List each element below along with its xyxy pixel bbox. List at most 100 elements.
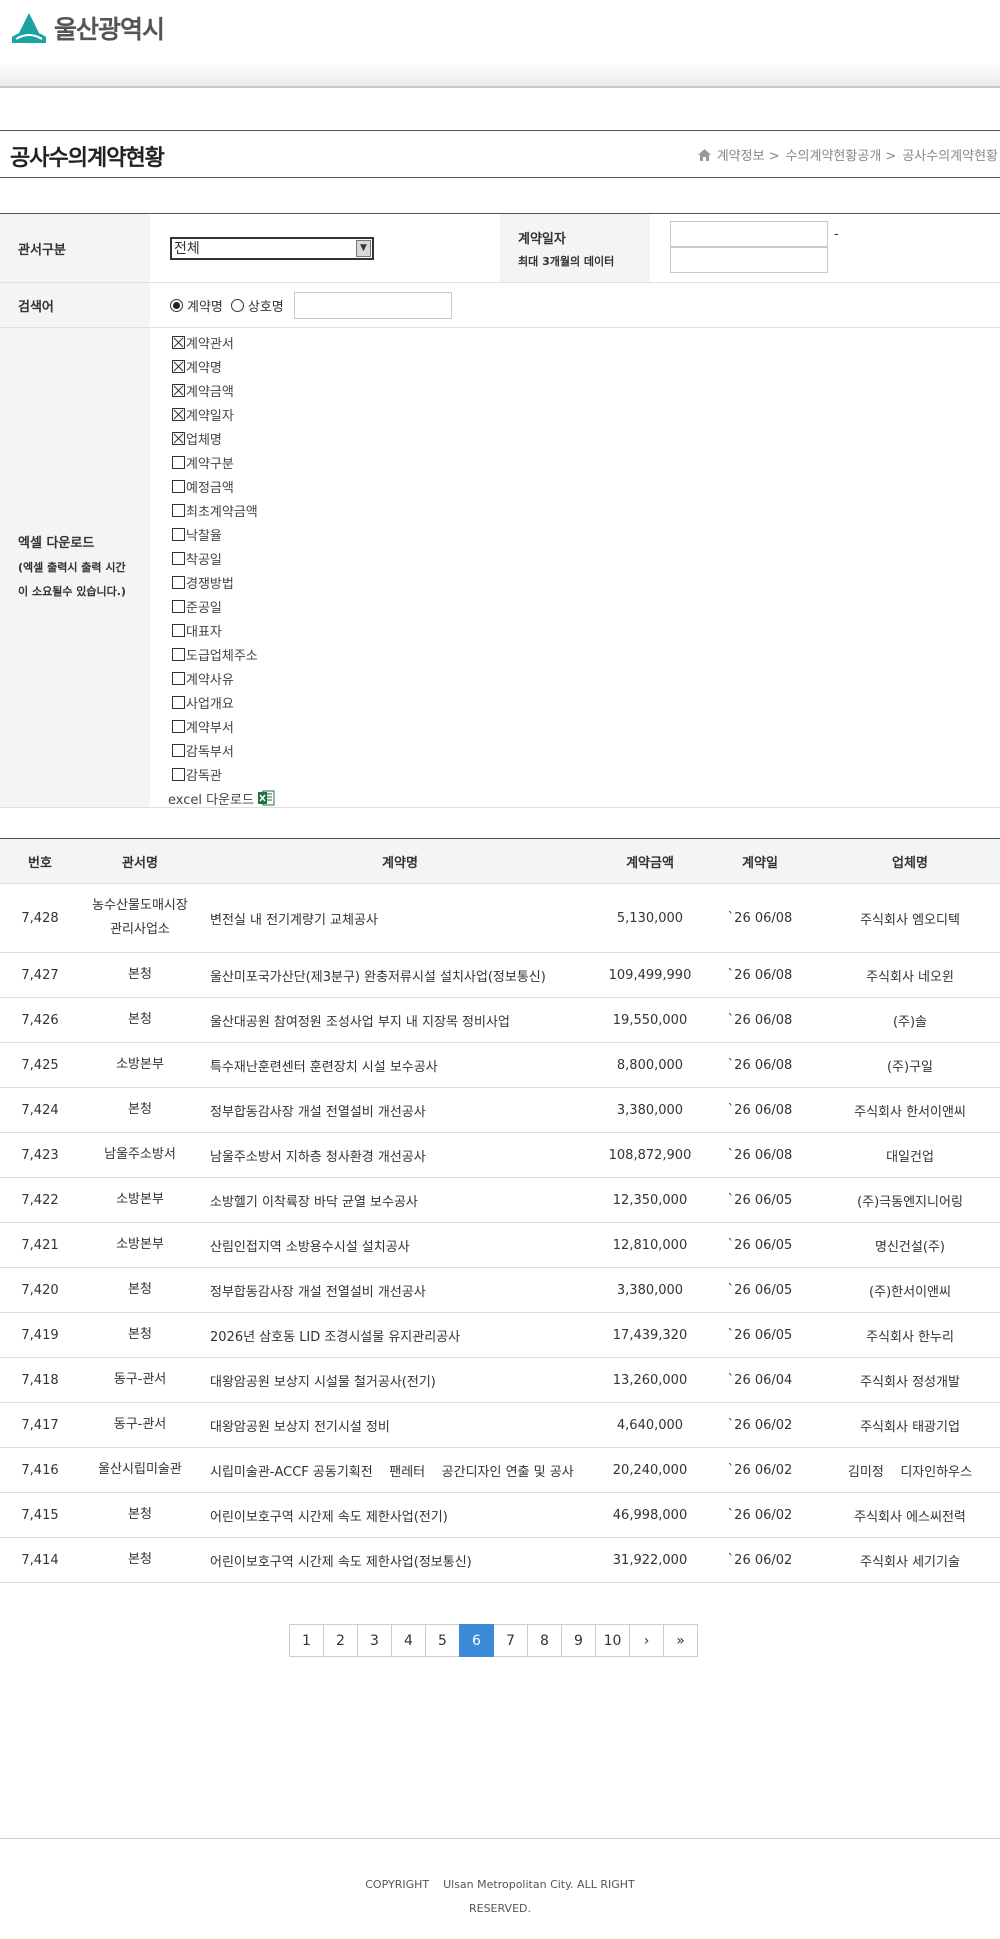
date-end-input[interactable]: [670, 247, 828, 273]
table-row[interactable]: 7,423 남울주소방서 남울주소방서 지하층 청사환경 개선공사 108,872,9…: [0, 1133, 1000, 1178]
page-button[interactable]: 8: [527, 1624, 562, 1657]
checkbox[interactable]: [172, 767, 185, 781]
radio-company-label: 상호명: [247, 299, 284, 315]
excel-column-option[interactable]: 대표자: [172, 618, 275, 642]
excel-column-option[interactable]: 예정금액: [172, 474, 275, 498]
checkbox[interactable]: [172, 359, 185, 373]
excel-column-option[interactable]: 착공일: [172, 546, 275, 570]
keyword-input[interactable]: [293, 291, 452, 319]
page-button[interactable]: 5: [425, 1624, 460, 1657]
contract-name-link[interactable]: 대왕암공원 보상지 시설물 철거공사(전기): [200, 1358, 600, 1402]
page-button[interactable]: 9: [561, 1624, 596, 1657]
last-page-icon[interactable]: »: [663, 1624, 698, 1657]
checkbox[interactable]: [172, 455, 185, 469]
checkbox[interactable]: [172, 335, 185, 349]
checkbox[interactable]: [172, 479, 185, 493]
excel-column-option[interactable]: 계약부서: [172, 714, 275, 738]
contract-name-link[interactable]: 소방헬기 이착륙장 바닥 균열 보수공사: [200, 1178, 600, 1222]
checkbox[interactable]: [172, 719, 185, 733]
contract-name-link[interactable]: 울산미포국가산단(제3분구) 완충저류시설 설치사업(정보통신): [200, 953, 600, 997]
next-page-icon[interactable]: ›: [629, 1624, 664, 1657]
excel-column-option[interactable]: 사업개요: [172, 690, 275, 714]
excel-column-option[interactable]: 계약일자: [172, 402, 275, 426]
date-start-input[interactable]: [670, 221, 828, 247]
search-form: 관서구분 전체 ▼ 계약일자 최대 3개월의 데이터 - 검색어 계약명 상호명…: [0, 213, 1000, 808]
excel-column-option[interactable]: 최초계약금액: [172, 498, 275, 522]
page-button[interactable]: 6: [459, 1624, 494, 1657]
site-logo[interactable]: 울산광역시: [10, 10, 165, 46]
excel-column-option[interactable]: 감독관: [172, 762, 275, 786]
table-row[interactable]: 7,425 소방본부 특수재난훈련센터 훈련장치 시설 보수공사 8,800,000 `…: [0, 1043, 1000, 1088]
excel-column-option[interactable]: 도급업체주소: [172, 642, 275, 666]
table-row[interactable]: 7,420 본청 정부합동감사장 개설 전열설비 개선공사 3,380,000 `26 …: [0, 1268, 1000, 1313]
page-button[interactable]: 1: [289, 1624, 324, 1657]
page-button[interactable]: 4: [391, 1624, 426, 1657]
excel-column-option[interactable]: 계약명: [172, 354, 275, 378]
table-row[interactable]: 7,426 본청 울산대공원 참여정원 조성사업 부지 내 지장목 정비사업 19,5…: [0, 998, 1000, 1043]
table-row[interactable]: 7,414 본청 어린이보호구역 시간제 속도 제한사업(정보통신) 31,922,0…: [0, 1538, 1000, 1583]
table-row[interactable]: 7,415 본청 어린이보호구역 시간제 속도 제한사업(전기) 46,998,000…: [0, 1493, 1000, 1538]
contract-name-link[interactable]: 산림인접지역 소방용수시설 설치공사: [200, 1223, 600, 1267]
breadcrumb-item[interactable]: 계약정보 >: [717, 145, 780, 164]
date-cell: `26 06/02: [727, 1462, 793, 1478]
excel-download-link[interactable]: excel 다운로드: [168, 786, 275, 810]
radio-company-name[interactable]: [230, 298, 244, 312]
checkbox[interactable]: [172, 503, 185, 517]
table-row[interactable]: 7,419 본청 2026년 삼호동 LID 조경시설물 유지관리공사 17,439,…: [0, 1313, 1000, 1358]
contract-name-link[interactable]: 어린이보호구역 시간제 속도 제한사업(정보통신): [200, 1538, 600, 1582]
excel-column-option[interactable]: 낙찰율: [172, 522, 275, 546]
radio-contract-name[interactable]: [170, 298, 183, 312]
contract-name-link[interactable]: 정부합동감사장 개설 전열설비 개선공사: [200, 1268, 600, 1312]
contract-name-link[interactable]: 남울주소방서 지하층 청사환경 개선공사: [200, 1133, 600, 1177]
table-row[interactable]: 7,418 동구-관서 대왕암공원 보상지 시설물 철거공사(전기) 13,260,0…: [0, 1358, 1000, 1403]
checkbox[interactable]: [172, 623, 185, 637]
table-row[interactable]: 7,428 농수산물도매시장 관리사업소 변전실 내 전기계량기 교체공사 5,130…: [0, 884, 1000, 953]
checkbox-label: 계약구분: [186, 456, 234, 472]
contract-name-link[interactable]: 정부합동감사장 개설 전열설비 개선공사: [200, 1088, 600, 1132]
agency-select[interactable]: 전체 ▼: [170, 236, 374, 260]
checkbox[interactable]: [172, 527, 185, 541]
contract-name-link[interactable]: 대왕암공원 보상지 전기시설 정비: [200, 1403, 600, 1447]
breadcrumb-item[interactable]: 수의계약현황공개 >: [786, 145, 897, 164]
checkbox-label: 사업개요: [186, 696, 234, 712]
excel-column-option[interactable]: 계약관서: [172, 330, 275, 354]
date-cell: `26 06/08: [727, 1057, 793, 1073]
page-button[interactable]: 2: [323, 1624, 358, 1657]
page-button[interactable]: 10: [595, 1624, 630, 1657]
table-row[interactable]: 7,417 동구-관서 대왕암공원 보상지 전기시설 정비 4,640,000 `26 …: [0, 1403, 1000, 1448]
checkbox[interactable]: [172, 431, 185, 445]
table-row[interactable]: 7,427 본청 울산미포국가산단(제3분구) 완충저류시설 설치사업(정보통신) 1…: [0, 953, 1000, 998]
checkbox[interactable]: [172, 407, 185, 421]
excel-column-option[interactable]: 업체명: [172, 426, 275, 450]
excel-column-option[interactable]: 계약금액: [172, 378, 275, 402]
page-button[interactable]: 7: [493, 1624, 528, 1657]
amount-cell: 13,260,000: [612, 1372, 688, 1388]
excel-column-option[interactable]: 감독부서: [172, 738, 275, 762]
excel-column-option[interactable]: 준공일: [172, 594, 275, 618]
contract-name-link[interactable]: 특수재난훈련센터 훈련장치 시설 보수공사: [200, 1043, 600, 1087]
excel-column-option[interactable]: 계약사유: [172, 666, 275, 690]
checkbox[interactable]: [172, 695, 185, 709]
table-row[interactable]: 7,424 본청 정부합동감사장 개설 전열설비 개선공사 3,380,000 `26 …: [0, 1088, 1000, 1133]
checkbox-label: 예정금액: [186, 480, 234, 496]
table-row[interactable]: 7,416 울산시립미술관 시립미술관-ACCF 공동기획전 팬레터 공간디자인 연…: [0, 1448, 1000, 1493]
contract-name-link[interactable]: 울산대공원 참여정원 조성사업 부지 내 지장목 정비사업: [200, 998, 600, 1042]
table-row[interactable]: 7,421 소방본부 산림인접지역 소방용수시설 설치공사 12,810,000 `26…: [0, 1223, 1000, 1268]
excel-column-option[interactable]: 계약구분: [172, 450, 275, 474]
checkbox[interactable]: [172, 551, 185, 565]
excel-column-option[interactable]: 경쟁방법: [172, 570, 275, 594]
checkbox[interactable]: [172, 671, 185, 685]
checkbox[interactable]: [172, 647, 185, 661]
page-button[interactable]: 3: [357, 1624, 392, 1657]
table-row[interactable]: 7,422 소방본부 소방헬기 이착륙장 바닥 균열 보수공사 12,350,000 `…: [0, 1178, 1000, 1223]
contract-name-link[interactable]: 시립미술관-ACCF 공동기획전 팬레터 공간디자인 연출 및 공사: [200, 1448, 600, 1492]
contract-name-link[interactable]: 2026년 삼호동 LID 조경시설물 유지관리공사: [200, 1313, 600, 1357]
checkbox[interactable]: [172, 599, 185, 613]
breadcrumb-item[interactable]: 공사수의계약현황: [902, 145, 998, 164]
checkbox[interactable]: [172, 743, 185, 757]
contract-name-link[interactable]: 어린이보호구역 시간제 속도 제한사업(전기): [200, 1493, 600, 1537]
home-icon[interactable]: [697, 148, 711, 161]
checkbox[interactable]: [172, 575, 185, 589]
checkbox[interactable]: [172, 383, 185, 397]
contract-name-link[interactable]: 변전실 내 전기계량기 교체공사: [200, 884, 600, 952]
